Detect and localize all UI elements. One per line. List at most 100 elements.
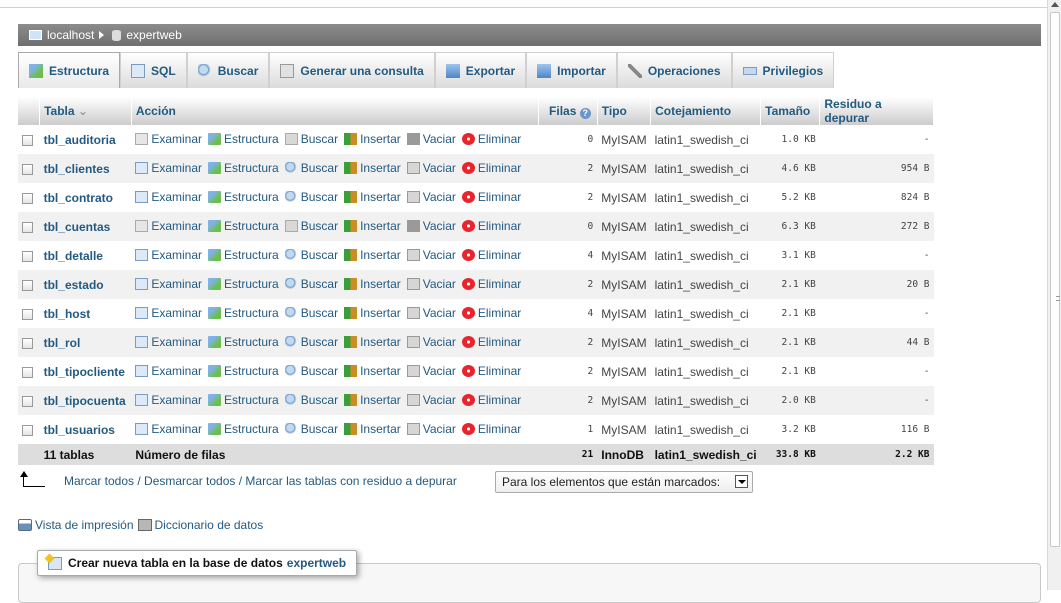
estructura-link[interactable]: Estructura <box>208 219 279 233</box>
row-size[interactable]: 2.1 KB <box>760 357 820 386</box>
breadcrumb-server-label[interactable]: localhost <box>47 24 94 46</box>
row-size[interactable]: 6.3 KB <box>760 212 820 241</box>
eliminar-link[interactable]: Eliminar <box>461 219 521 233</box>
help-icon[interactable]: ? <box>579 107 591 119</box>
table-name-link[interactable]: tbl_rol <box>39 328 132 357</box>
row-size[interactable]: 2.1 KB <box>760 270 820 299</box>
vaciar-link[interactable]: Vaciar <box>406 393 456 407</box>
row-checkbox[interactable] <box>22 424 33 436</box>
examinar-link[interactable]: Examinar <box>135 190 202 204</box>
eliminar-link[interactable]: Eliminar <box>461 364 521 378</box>
row-checkbox[interactable] <box>22 134 33 146</box>
vaciar-link[interactable]: Vaciar <box>406 277 456 291</box>
vertical-scrollbar[interactable] <box>1047 0 1061 590</box>
vaciar-link[interactable]: Vaciar <box>406 364 456 378</box>
estructura-link[interactable]: Estructura <box>208 161 279 175</box>
examinar-link[interactable]: Examinar <box>135 248 202 262</box>
insertar-link[interactable]: Insertar <box>344 219 401 233</box>
chevron-down-icon[interactable] <box>735 475 748 488</box>
table-name-link[interactable]: tbl_estado <box>39 270 132 299</box>
row-checkbox[interactable] <box>22 192 33 204</box>
eliminar-link[interactable]: Eliminar <box>461 335 521 349</box>
eliminar-link[interactable]: Eliminar <box>461 190 521 204</box>
insertar-link[interactable]: Insertar <box>344 248 401 262</box>
table-name-link[interactable]: tbl_tipocliente <box>39 357 132 386</box>
estructura-link[interactable]: Estructura <box>208 306 279 320</box>
buscar-link[interactable]: Buscar <box>284 393 338 407</box>
vaciar-link[interactable]: Vaciar <box>406 422 456 436</box>
row-checkbox[interactable] <box>22 337 33 349</box>
row-checkbox[interactable] <box>22 279 33 291</box>
estructura-link[interactable]: Estructura <box>208 190 279 204</box>
examinar-link[interactable]: Examinar <box>135 161 202 175</box>
eliminar-link[interactable]: Eliminar <box>461 393 521 407</box>
table-name-link[interactable]: tbl_cuentas <box>39 212 132 241</box>
estructura-link[interactable]: Estructura <box>208 335 279 349</box>
estructura-link[interactable]: Estructura <box>208 393 279 407</box>
examinar-link[interactable]: Examinar <box>135 422 202 436</box>
row-size[interactable]: 3.1 KB <box>760 241 820 270</box>
row-checkbox[interactable] <box>22 221 33 233</box>
tab-privilegios[interactable]: Privilegios <box>731 52 835 88</box>
tab-sql[interactable]: SQL <box>120 52 187 88</box>
eliminar-link[interactable]: Eliminar <box>461 248 521 262</box>
estructura-link[interactable]: Estructura <box>208 248 279 262</box>
examinar-link[interactable]: Examinar <box>135 132 202 146</box>
table-name-link[interactable]: tbl_detalle <box>39 241 132 270</box>
tab-buscar[interactable]: Buscar <box>186 52 270 88</box>
vaciar-link[interactable]: Vaciar <box>406 335 456 349</box>
estructura-link[interactable]: Estructura <box>208 277 279 291</box>
print-view-link[interactable]: Vista de impresión <box>35 518 134 532</box>
buscar-link[interactable]: Buscar <box>284 161 338 175</box>
tab-operaciones[interactable]: Operaciones <box>616 52 732 88</box>
buscar-link[interactable]: Buscar <box>284 364 338 378</box>
insertar-link[interactable]: Insertar <box>344 335 401 349</box>
table-name-link[interactable]: tbl_host <box>39 299 132 328</box>
header-tamano[interactable]: Tamaño <box>760 97 821 125</box>
insertar-link[interactable]: Insertar <box>344 277 401 291</box>
table-name-link[interactable]: tbl_tipocuenta <box>39 386 132 415</box>
examinar-link[interactable]: Examinar <box>135 277 202 291</box>
insertar-link[interactable]: Insertar <box>344 306 401 320</box>
buscar-link[interactable]: Buscar <box>284 422 338 436</box>
row-checkbox[interactable] <box>22 250 33 262</box>
row-size[interactable]: 3.2 KB <box>760 415 820 444</box>
eliminar-link[interactable]: Eliminar <box>461 161 521 175</box>
buscar-link[interactable]: Buscar <box>284 335 338 349</box>
vaciar-link[interactable]: Vaciar <box>406 190 456 204</box>
breadcrumb-database-label[interactable]: expertweb <box>126 24 181 46</box>
data-dictionary-link[interactable]: Diccionario de datos <box>155 518 264 532</box>
buscar-link[interactable]: Buscar <box>284 306 338 320</box>
scrollbar-thumb[interactable] <box>1050 12 1060 547</box>
table-name-link[interactable]: tbl_clientes <box>39 154 132 183</box>
buscar-link[interactable]: Buscar <box>284 132 338 146</box>
row-checkbox[interactable] <box>22 163 33 175</box>
examinar-link[interactable]: Examinar <box>135 335 202 349</box>
examinar-link[interactable]: Examinar <box>135 219 202 233</box>
buscar-link[interactable]: Buscar <box>284 277 338 291</box>
row-size[interactable]: 1.0 KB <box>760 125 820 154</box>
row-size[interactable]: 2.1 KB <box>760 328 820 357</box>
buscar-link[interactable]: Buscar <box>284 248 338 262</box>
eliminar-link[interactable]: Eliminar <box>461 277 521 291</box>
table-name-link[interactable]: tbl_auditoria <box>39 125 132 154</box>
tab-importar[interactable]: Importar <box>526 52 617 88</box>
row-checkbox[interactable] <box>22 366 33 378</box>
eliminar-link[interactable]: Eliminar <box>461 132 521 146</box>
insertar-link[interactable]: Insertar <box>344 190 401 204</box>
vaciar-link[interactable]: Vaciar <box>406 248 456 262</box>
tab-generar-consulta[interactable]: Generar una consulta <box>269 52 435 88</box>
insertar-link[interactable]: Insertar <box>344 422 401 436</box>
check-all-links[interactable]: Marcar todos / Desmarcar todos / Marcar … <box>64 474 457 488</box>
insertar-link[interactable]: Insertar <box>344 161 401 175</box>
row-size[interactable]: 2.1 KB <box>760 299 820 328</box>
examinar-link[interactable]: Examinar <box>135 364 202 378</box>
buscar-link[interactable]: Buscar <box>284 190 338 204</box>
header-residuo[interactable]: Residuo a depurar <box>819 97 934 125</box>
estructura-link[interactable]: Estructura <box>208 132 279 146</box>
header-tabla[interactable]: Tabla ⌄ <box>39 97 132 125</box>
insertar-link[interactable]: Insertar <box>344 393 401 407</box>
estructura-link[interactable]: Estructura <box>208 422 279 436</box>
eliminar-link[interactable]: Eliminar <box>461 422 521 436</box>
vaciar-link[interactable]: Vaciar <box>406 219 456 233</box>
